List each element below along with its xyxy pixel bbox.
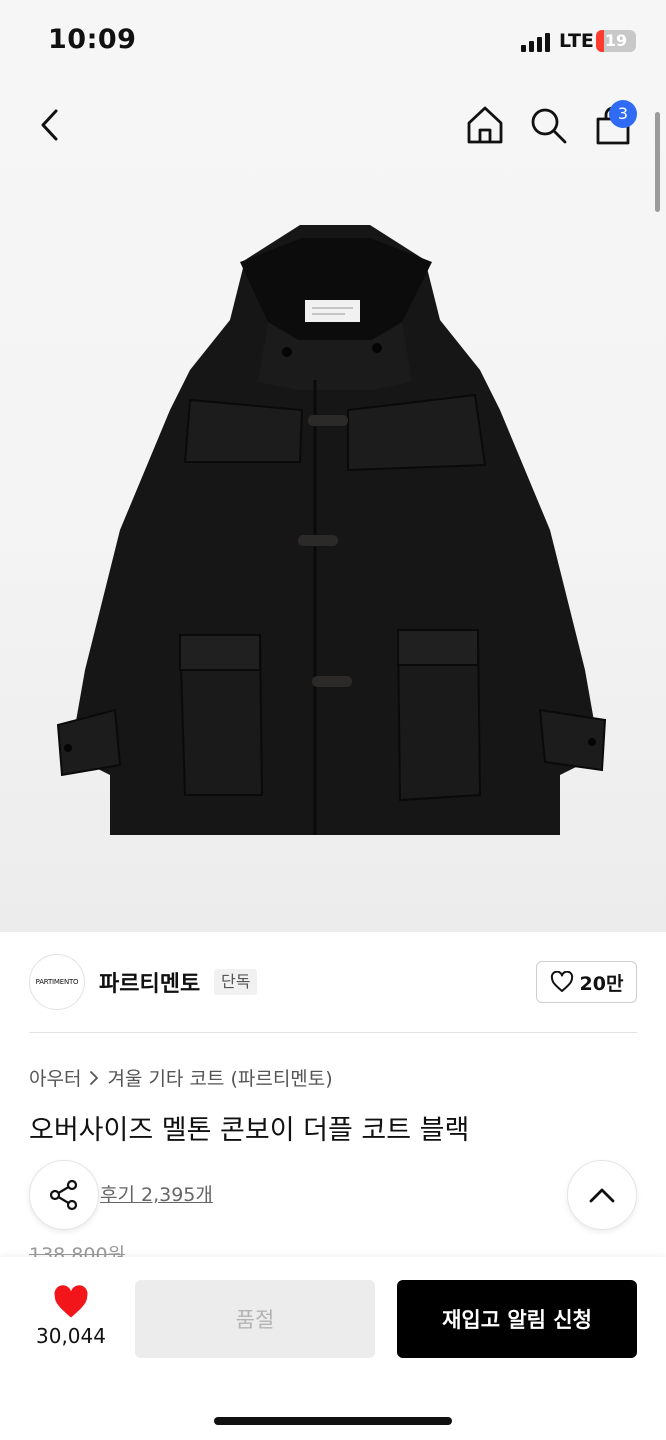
brand-like-button[interactable]: 20만	[536, 961, 637, 1003]
status-bar: 10:09 LTE 19	[0, 0, 666, 80]
scrollbar[interactable]	[655, 112, 660, 212]
brand-name[interactable]: 파르티멘토	[99, 966, 200, 998]
battery-level: 19	[604, 31, 628, 50]
chevron-up-icon	[589, 1188, 615, 1203]
restock-alert-button[interactable]: 재입고 알림 신청	[397, 1280, 637, 1358]
heart-outline-icon	[550, 971, 573, 992]
soldout-button: 품절	[135, 1280, 375, 1358]
home-icon	[467, 106, 503, 144]
exclusive-badge: 단독	[214, 969, 258, 995]
breadcrumb-category[interactable]: 아우터	[29, 1064, 81, 1091]
search-icon	[531, 108, 567, 144]
signal-icon	[521, 32, 553, 52]
divider	[29, 1032, 637, 1033]
battery-icon: 19	[596, 30, 636, 52]
product-title: 오버사이즈 멜톤 콘보이 더플 코트 블랙	[29, 1115, 470, 1146]
chevron-left-icon	[41, 109, 58, 141]
back-button[interactable]	[26, 101, 74, 149]
home-button[interactable]	[461, 101, 509, 149]
status-time: 10:09	[48, 24, 137, 55]
network-type: LTE	[559, 30, 594, 52]
scroll-top-button[interactable]	[567, 1160, 637, 1230]
wish-button[interactable]: 30,044	[25, 1282, 117, 1364]
breadcrumb: 아우터 겨울 기타 코트 (파르티멘토)	[29, 1064, 333, 1091]
brand-row: PARTIMENTO 파르티멘토 단독 20만	[0, 932, 666, 1032]
cart-badge: 3	[609, 100, 637, 128]
heart-filled-icon	[54, 1285, 88, 1318]
product-image[interactable]	[40, 200, 630, 860]
chevron-right-icon	[90, 1070, 99, 1085]
wish-count: 30,044	[36, 1324, 106, 1348]
bottom-action-bar: 30,044 품절 재입고 알림 신청	[0, 1257, 666, 1440]
search-button[interactable]	[524, 101, 572, 149]
breadcrumb-subcategory[interactable]: 겨울 기타 코트 (파르티멘토)	[107, 1064, 332, 1091]
home-indicator[interactable]	[214, 1417, 452, 1425]
brand-like-count: 20만	[579, 972, 624, 995]
brand-logo[interactable]: PARTIMENTO	[29, 954, 85, 1010]
share-icon	[49, 1179, 78, 1211]
reviews-link[interactable]: 후기 2,395개	[100, 1180, 213, 1207]
product-hero: 10:09 LTE 19 3	[0, 0, 666, 932]
share-button[interactable]	[29, 1160, 99, 1230]
